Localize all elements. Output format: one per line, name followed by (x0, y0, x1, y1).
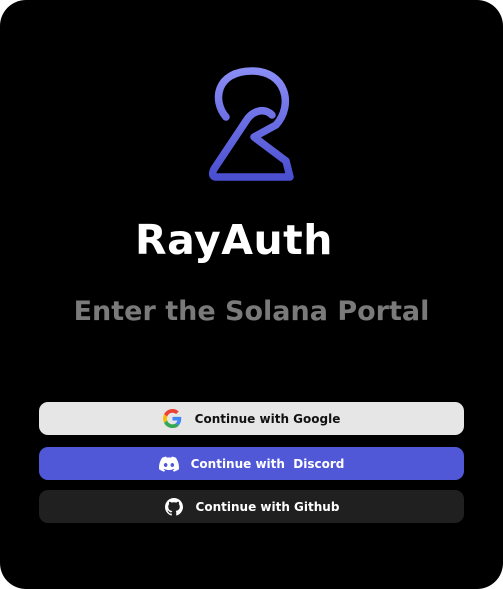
github-button-label: Continue with Github (195, 499, 340, 514)
app-title: RayAuth (135, 216, 333, 264)
continue-with-google-button[interactable]: Continue with Google (39, 402, 464, 435)
google-button-label: Continue with Google (194, 411, 341, 426)
rayauth-logo-icon (208, 67, 294, 181)
page-subtitle: Enter the Solana Portal (73, 296, 430, 327)
github-icon (164, 497, 184, 517)
google-icon (163, 409, 183, 429)
continue-with-discord-button[interactable]: Continue with Discord (39, 447, 464, 480)
discord-button-label: Continue with Discord (190, 456, 345, 471)
continue-with-github-button[interactable]: Continue with Github (39, 490, 464, 523)
discord-icon (158, 454, 179, 474)
login-card: RayAuth Enter the Solana Portal Continue… (0, 0, 503, 589)
